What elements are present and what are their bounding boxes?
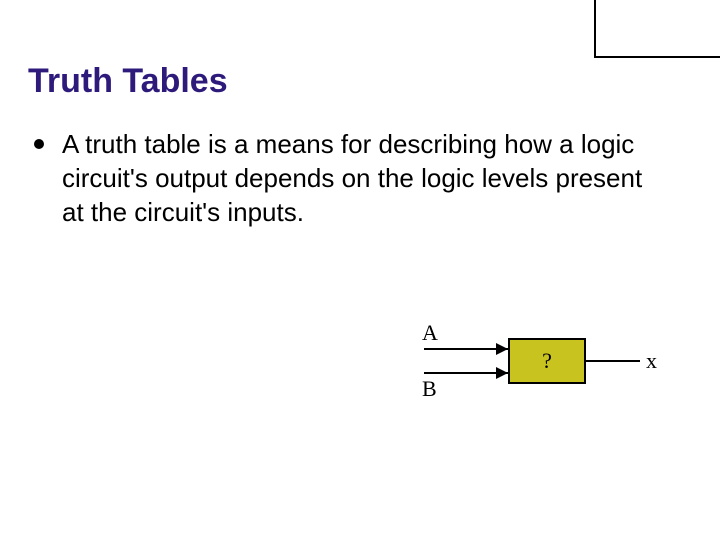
slide-title: Truth Tables	[28, 62, 228, 101]
bullet-item: A truth table is a means for describing …	[34, 128, 654, 229]
input-label-a: A	[422, 320, 438, 346]
gate-box: ?	[508, 338, 586, 384]
body-text: A truth table is a means for describing …	[62, 128, 654, 229]
slide-accent-horizontal	[594, 56, 720, 58]
gate-label: ?	[542, 348, 552, 374]
logic-gate-diagram: A B ? x	[410, 320, 680, 410]
arrow-a-icon	[496, 343, 508, 355]
slide-accent-vertical	[594, 0, 596, 56]
output-label: x	[646, 348, 657, 374]
arrow-b-icon	[496, 367, 508, 379]
bullet-icon	[34, 139, 44, 149]
wire-output	[586, 360, 640, 362]
input-label-b: B	[422, 376, 437, 402]
